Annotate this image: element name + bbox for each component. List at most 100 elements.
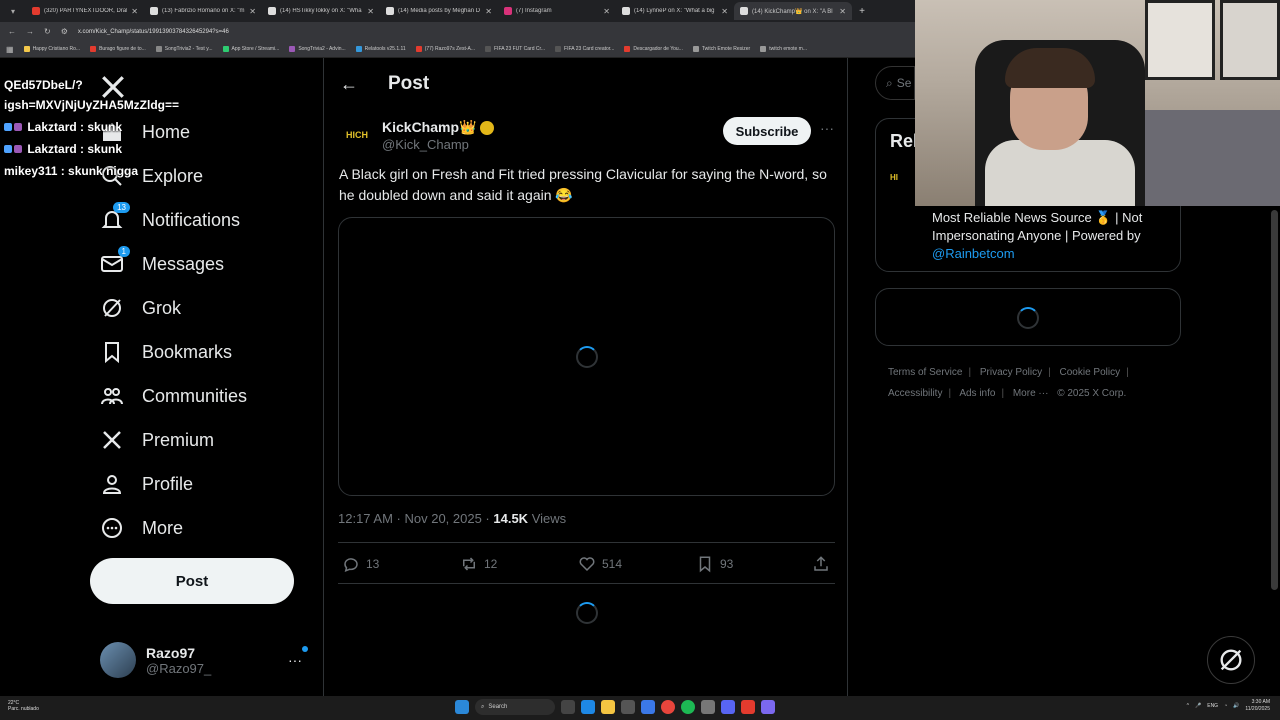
reload-icon[interactable]: ↻ bbox=[44, 27, 51, 36]
browser-tab-active[interactable]: (14) KickChamp👑 on X: "A Bl ✕ bbox=[734, 2, 852, 20]
browser-tab[interactable]: (320) PARTYNEXTDOOR, Drake ✕ bbox=[26, 2, 144, 20]
clock[interactable]: 3:30 AM 11/20/2025 bbox=[1245, 699, 1270, 713]
bookmark-item[interactable]: Twitch Emote Resizer bbox=[692, 46, 750, 52]
nav-grok[interactable]: Grok bbox=[100, 296, 181, 320]
grok-float-button[interactable] bbox=[1207, 636, 1255, 684]
tray-chevron-icon[interactable]: ^ bbox=[1187, 703, 1189, 709]
bookmark-item[interactable]: Happy Cristiano Ro... bbox=[23, 46, 80, 52]
weather-widget[interactable]: 22°C Parc. nublado bbox=[8, 700, 39, 712]
discord-icon[interactable] bbox=[721, 700, 735, 714]
bookmark-item[interactable]: SongTrivia2 - Advin... bbox=[289, 46, 346, 52]
store-icon[interactable] bbox=[621, 700, 635, 714]
tab-close-icon[interactable]: ✕ bbox=[721, 7, 728, 16]
volume-icon[interactable]: 🔊 bbox=[1233, 703, 1239, 709]
url-field[interactable]: x.com/Kick_Champ/status/1991390378432645… bbox=[78, 29, 229, 35]
browser-tab[interactable]: (14) Media posts by Meghan D ✕ bbox=[380, 2, 498, 20]
footer-link[interactable]: Ads info bbox=[959, 388, 995, 399]
back-arrow-icon[interactable]: ← bbox=[340, 74, 358, 95]
tab-close-icon[interactable]: ✕ bbox=[603, 7, 610, 16]
back-arrow-icon[interactable]: ← bbox=[8, 27, 16, 36]
site-info-icon[interactable]: ⚙ bbox=[61, 27, 68, 36]
account-more-icon[interactable]: ··· bbox=[288, 646, 308, 668]
tab-close-icon[interactable]: ✕ bbox=[367, 7, 374, 16]
footer-link[interactable]: Terms of Service bbox=[888, 367, 962, 378]
bookmark-favicon-icon bbox=[485, 46, 491, 52]
more-options-icon[interactable]: ··· bbox=[820, 120, 834, 136]
relevant-bio: Most Reliable News Source 🥇 | Not Impers… bbox=[932, 210, 1143, 261]
relevant-avatar[interactable]: HI bbox=[890, 173, 912, 199]
avatar bbox=[100, 642, 136, 678]
nav-notifications[interactable]: 13 Notifications bbox=[100, 202, 240, 232]
subscribe-button[interactable]: Subscribe bbox=[723, 117, 811, 145]
share-button[interactable] bbox=[812, 555, 830, 573]
bookmark-item[interactable]: (77) Razo97s Zest-A... bbox=[415, 46, 475, 52]
bookmark-button[interactable]: 93 bbox=[696, 555, 733, 573]
taskbar-search[interactable]: ⌕ Search bbox=[475, 699, 555, 715]
new-tab-button[interactable]: + bbox=[852, 6, 872, 17]
edge-icon[interactable] bbox=[581, 700, 595, 714]
browser-tab[interactable]: (7) Instagram ✕ bbox=[498, 2, 616, 20]
browser-tab[interactable]: (14) LynneP on X: "What a big ✕ bbox=[616, 2, 734, 20]
browser-tab[interactable]: (13) Fabrizio Romano on X: "m ✕ bbox=[144, 2, 262, 20]
scrollbar[interactable] bbox=[1271, 210, 1278, 590]
nav-premium[interactable]: Premium bbox=[100, 428, 214, 452]
nav-profile[interactable]: Profile bbox=[100, 472, 193, 496]
nav-more-label: More bbox=[142, 517, 184, 538]
mail-icon[interactable] bbox=[641, 700, 655, 714]
bookmark-item[interactable]: SongTrivia2 - Test y... bbox=[155, 46, 213, 52]
file-explorer-icon[interactable] bbox=[601, 700, 615, 714]
bookmark-item[interactable]: Burago figure de to... bbox=[90, 46, 146, 52]
tab-search-chevron-icon[interactable]: ▾ bbox=[0, 0, 26, 22]
instagram-favicon-icon bbox=[504, 7, 512, 15]
bookmark-item[interactable]: FIFA 23 Card creator... bbox=[555, 46, 614, 52]
bookmark-item[interactable]: FIFA 23 FUT Card Cr... bbox=[485, 46, 545, 52]
bookmark-item[interactable]: App Store / Streami... bbox=[222, 46, 279, 52]
nav-more[interactable]: More bbox=[100, 516, 183, 540]
nav-bookmarks[interactable]: Bookmarks bbox=[100, 340, 232, 364]
chat-badge-icon bbox=[4, 145, 12, 153]
author-handle[interactable]: @Kick_Champ bbox=[382, 137, 469, 152]
bookmark-favicon-icon bbox=[415, 46, 422, 52]
language-indicator[interactable]: ENG bbox=[1207, 703, 1218, 709]
bookmark-item[interactable]: Relatools v25.1.11 bbox=[355, 46, 406, 52]
footer-link[interactable]: More ··· bbox=[1013, 388, 1049, 399]
like-button[interactable]: 514 bbox=[578, 555, 622, 573]
footer-link[interactable]: Accessibility bbox=[888, 388, 942, 399]
unread-dot bbox=[302, 646, 308, 652]
chrome-icon[interactable] bbox=[661, 700, 675, 714]
windows-start-icon[interactable] bbox=[455, 700, 469, 714]
task-view-icon[interactable] bbox=[561, 700, 575, 714]
media-container[interactable] bbox=[338, 217, 835, 496]
browser-tab[interactable]: (14) HSTikkyTokky on X: "Wha ✕ bbox=[262, 2, 380, 20]
spotify-icon[interactable] bbox=[681, 700, 695, 714]
apps-grid-icon[interactable]: ▦ bbox=[6, 45, 14, 54]
share-icon bbox=[814, 556, 828, 571]
teams-icon[interactable] bbox=[761, 700, 775, 714]
post-button[interactable]: Post bbox=[90, 558, 294, 604]
footer-link[interactable]: Privacy Policy bbox=[980, 367, 1042, 378]
bookmark-item[interactable]: Descargador de You... bbox=[624, 46, 683, 52]
author-avatar[interactable]: HICH bbox=[340, 118, 374, 152]
post-timestamp[interactable]: 12:17 AM · Nov 20, 2025 bbox=[338, 511, 482, 526]
forward-arrow-icon[interactable]: → bbox=[26, 27, 34, 36]
tab-close-icon[interactable]: ✕ bbox=[131, 7, 138, 16]
bookmark-item[interactable]: twitch emote m... bbox=[760, 46, 807, 52]
x-logo-icon[interactable] bbox=[100, 74, 126, 100]
tab-close-icon[interactable]: ✕ bbox=[839, 7, 846, 16]
wifi-icon[interactable]: ◔ bbox=[1224, 703, 1227, 709]
account-switcher[interactable]: Razo97 @Razo97_ ··· bbox=[100, 640, 310, 680]
reply-button[interactable]: 13 bbox=[342, 555, 379, 573]
nav-communities[interactable]: Communities bbox=[100, 384, 247, 408]
bio-link[interactable]: @Rainbetcom bbox=[932, 246, 1015, 261]
tab-close-icon[interactable]: ✕ bbox=[485, 7, 492, 16]
search-input[interactable]: ⌕ Se bbox=[875, 66, 915, 100]
app-icon[interactable] bbox=[701, 700, 715, 714]
nav-messages[interactable]: 1 Messages bbox=[100, 246, 224, 276]
tab-close-icon[interactable]: ✕ bbox=[249, 7, 256, 16]
music-icon[interactable] bbox=[741, 700, 755, 714]
repost-button[interactable]: 12 bbox=[460, 555, 497, 573]
author-name-row[interactable]: KickChamp👑 bbox=[382, 119, 495, 136]
footer-link[interactable]: Cookie Policy bbox=[1060, 367, 1121, 378]
microphone-icon[interactable]: 🎤 bbox=[1195, 703, 1201, 709]
taskbar-apps: ⌕ Search bbox=[455, 699, 775, 715]
